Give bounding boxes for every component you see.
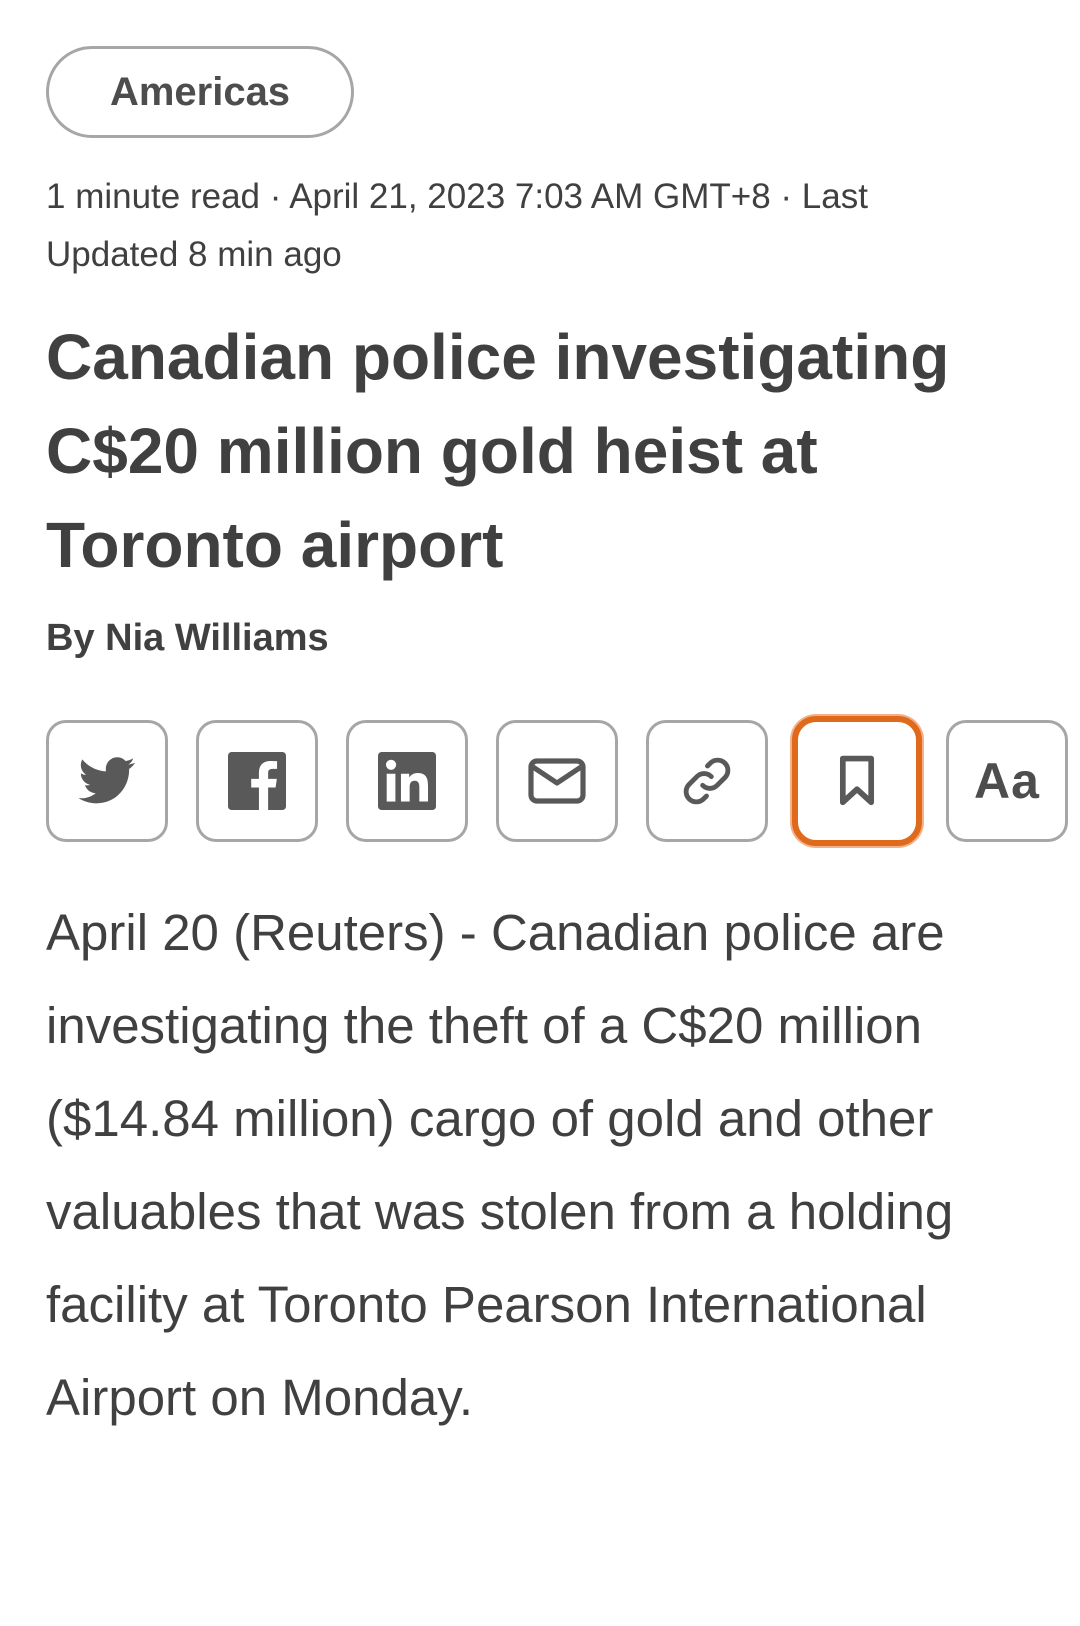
category-tag-label: Americas <box>109 69 291 114</box>
bookmark-button[interactable] <box>792 716 922 846</box>
author-byline[interactable]: By Nia Williams <box>46 610 329 666</box>
article-page: Americas 1 minute read · April 21, 2023 … <box>0 0 1080 1626</box>
copy-link-button[interactable] <box>646 720 768 842</box>
link-icon <box>678 752 736 810</box>
article-paragraph: April 20 (Reuters) - Canadian police are… <box>46 904 954 1426</box>
linkedin-icon <box>378 752 436 810</box>
article-meta: 1 minute read · April 21, 2023 7:03 AM G… <box>46 177 868 274</box>
share-twitter-button[interactable] <box>46 720 168 842</box>
article-headline: Canadian police investigating C$20 milli… <box>46 321 950 581</box>
bookmark-icon <box>837 755 877 807</box>
text-size-icon: Aa <box>974 753 1040 809</box>
text-size-button[interactable]: Aa <box>946 720 1068 842</box>
share-email-button[interactable] <box>496 720 618 842</box>
facebook-icon <box>228 752 286 810</box>
share-facebook-button[interactable] <box>196 720 318 842</box>
mail-icon <box>527 756 587 806</box>
share-linkedin-button[interactable] <box>346 720 468 842</box>
twitter-icon <box>78 757 136 805</box>
share-toolbar: Aa <box>46 716 1068 846</box>
category-tag-button[interactable]: Americas <box>46 46 354 138</box>
